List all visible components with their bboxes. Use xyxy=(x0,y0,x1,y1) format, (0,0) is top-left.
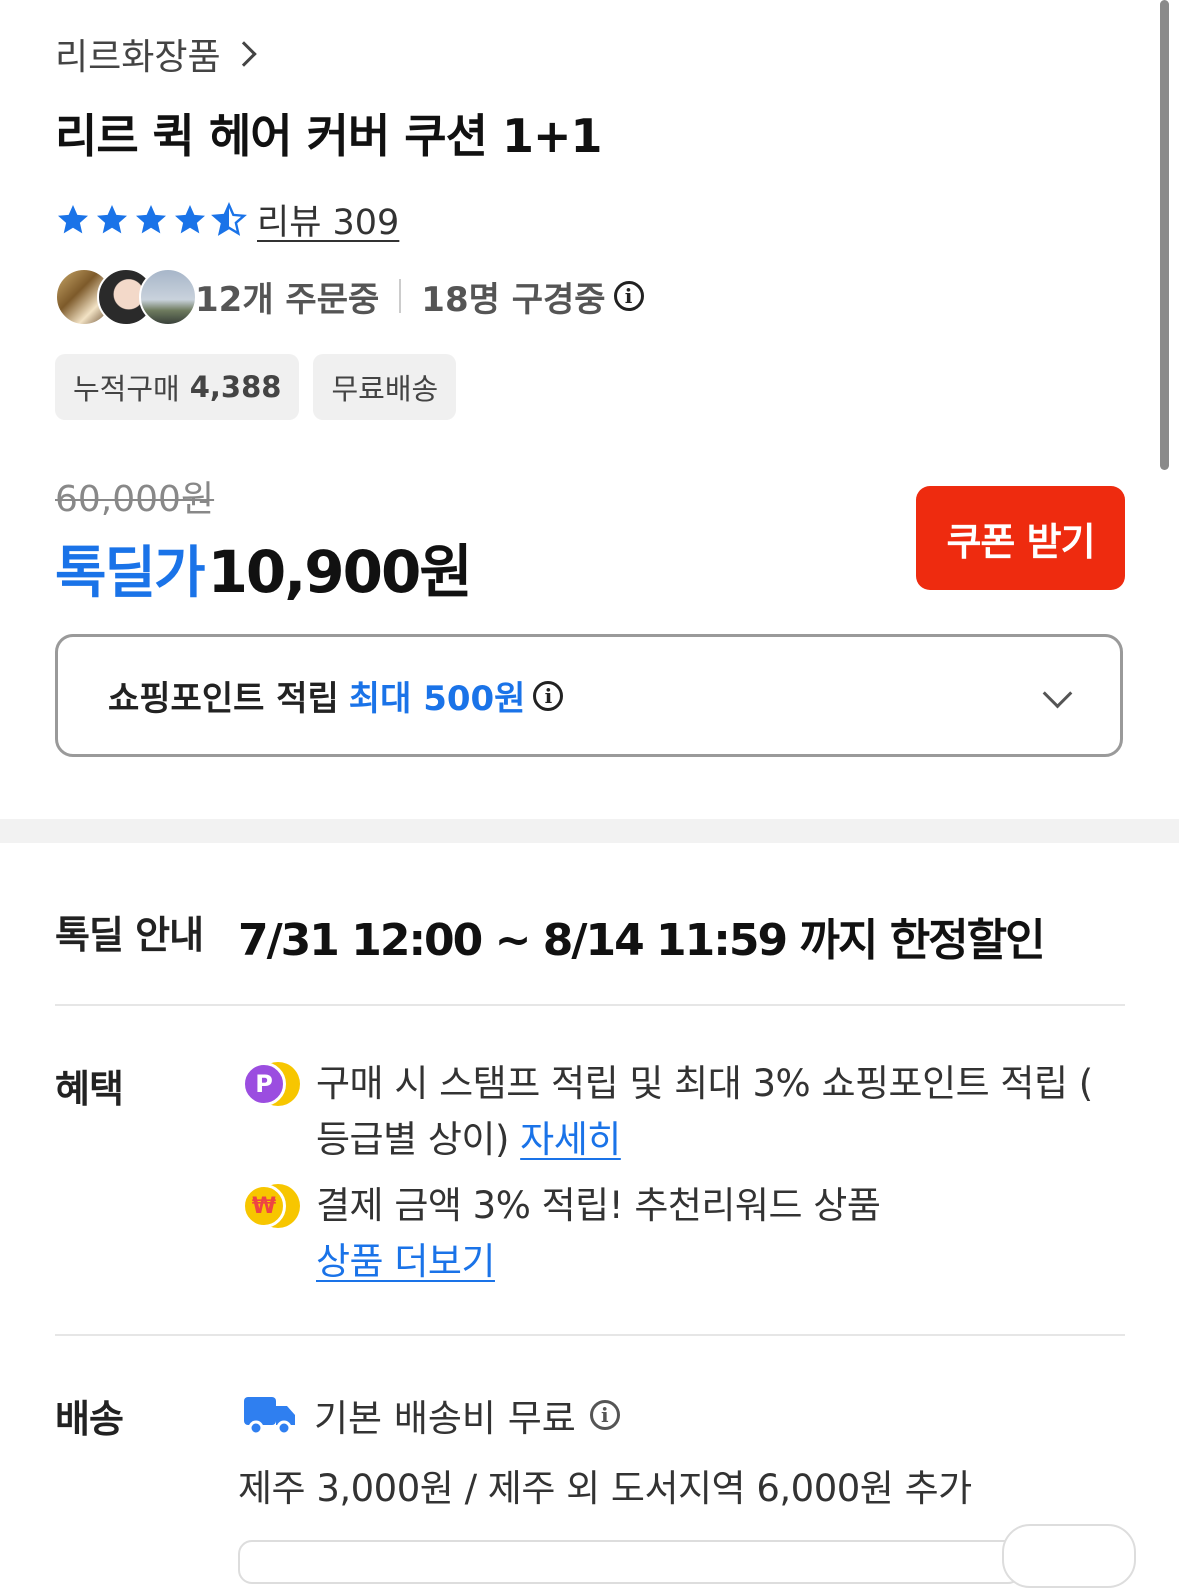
shipping-label: 배송 xyxy=(55,1397,124,1441)
delivery-truck-icon xyxy=(244,1397,295,1436)
deal-suffix: 까지 한정할인 xyxy=(799,915,1045,966)
benefit-description: 구매 시 스탬프 적립 및 최대 3% 쇼핑포인트 적립 ( 등급별 상이) xyxy=(316,1062,1093,1161)
deal-info-label: 톡딜 안내 xyxy=(55,913,204,957)
activity-row: 12개 주문중 18명 구경중 i xyxy=(55,268,644,326)
won-coin-icon: ₩ xyxy=(242,1182,302,1230)
brand-link[interactable]: 리르화장품 xyxy=(55,28,257,80)
deal-info-text: 7/31 12:00 ~ 8/14 11:59 까지 한정할인 xyxy=(238,904,1046,968)
point-coin-icon: P xyxy=(242,1060,302,1108)
star-full-icon xyxy=(175,204,205,233)
deal-price-label: 톡딜가 xyxy=(55,541,206,606)
details-link[interactable]: 자세히 xyxy=(520,1118,621,1161)
buyer-avatars xyxy=(55,268,197,326)
info-icon[interactable]: i xyxy=(613,281,644,311)
info-icon[interactable]: i xyxy=(533,680,564,711)
badge-value: 4,388 xyxy=(189,370,282,404)
info-icon[interactable]: i xyxy=(589,1400,620,1430)
benefit-item-points: P 구매 시 스탬프 적립 및 최대 3% 쇼핑포인트 적립 ( 등급별 상이)… xyxy=(242,1056,1116,1168)
divider xyxy=(55,1334,1125,1336)
viewing-count: 18명 구경중 xyxy=(421,279,606,320)
star-full-icon xyxy=(58,204,88,233)
shopping-points-dropdown[interactable]: 쇼핑포인트 적립 최대 500원 i xyxy=(55,634,1123,757)
benefit-description: 결제 금액 3% 적립! 추천리워드 상품 xyxy=(316,1184,881,1227)
deal-price-row: 톡딜가 10,900원 xyxy=(55,525,473,609)
star-full-icon xyxy=(97,204,127,233)
avatar xyxy=(139,268,197,326)
free-shipping-badge: 무료배송 xyxy=(313,354,457,420)
chevron-down-icon xyxy=(1042,678,1073,709)
option-button[interactable] xyxy=(1002,1524,1136,1588)
brand-name: 리르화장품 xyxy=(55,37,221,78)
star-full-icon xyxy=(136,204,166,233)
badge-row: 누적구매 4,388 무료배송 xyxy=(55,354,457,420)
ordering-count: 12개 주문중 xyxy=(195,279,380,320)
shipping-basic-row: 기본 배송비 무료 i xyxy=(242,1388,620,1442)
badge-label: 누적구매 xyxy=(73,372,180,406)
benefit-text: 구매 시 스탬프 적립 및 최대 3% 쇼핑포인트 적립 ( 등급별 상이) 자… xyxy=(316,1056,1116,1168)
benefits-label: 혜택 xyxy=(55,1067,124,1111)
scrollbar[interactable] xyxy=(1160,0,1169,470)
benefit-item-reward: ₩ 결제 금액 3% 적립! 추천리워드 상품 상품 더보기 xyxy=(242,1178,1116,1290)
deal-period: 7/31 12:00 ~ 8/14 11:59 xyxy=(238,915,788,966)
cumulative-purchase-badge: 누적구매 4,388 xyxy=(55,354,300,420)
shipping-extra-fee: 제주 3,000원 / 제주 외 도서지역 6,000원 추가 xyxy=(238,1467,972,1510)
star-rating xyxy=(55,201,247,238)
shipping-basic-text: 기본 배송비 무료 xyxy=(314,1397,576,1440)
more-products-link[interactable]: 상품 더보기 xyxy=(316,1240,495,1283)
divider xyxy=(55,1004,1125,1006)
divider xyxy=(399,279,402,313)
benefit-text: 결제 금액 3% 적립! 추천리워드 상품 상품 더보기 xyxy=(316,1178,1116,1290)
product-title: 리르 퀵 헤어 커버 쿠션 1+1 xyxy=(55,109,603,163)
points-label: 쇼핑포인트 적립 xyxy=(108,679,339,719)
review-link[interactable]: 리뷰 309 xyxy=(257,194,399,245)
get-coupon-button[interactable]: 쿠폰 받기 xyxy=(916,486,1125,590)
star-half-icon xyxy=(211,201,247,236)
chevron-right-icon xyxy=(230,41,257,67)
section-separator xyxy=(0,819,1179,843)
option-select-box[interactable] xyxy=(238,1540,1022,1584)
original-price: 60,000원 xyxy=(55,479,215,520)
deal-price: 10,900원 xyxy=(207,538,473,606)
points-max: 최대 500원 xyxy=(348,679,526,719)
rating-row: 리뷰 309 xyxy=(55,194,399,245)
